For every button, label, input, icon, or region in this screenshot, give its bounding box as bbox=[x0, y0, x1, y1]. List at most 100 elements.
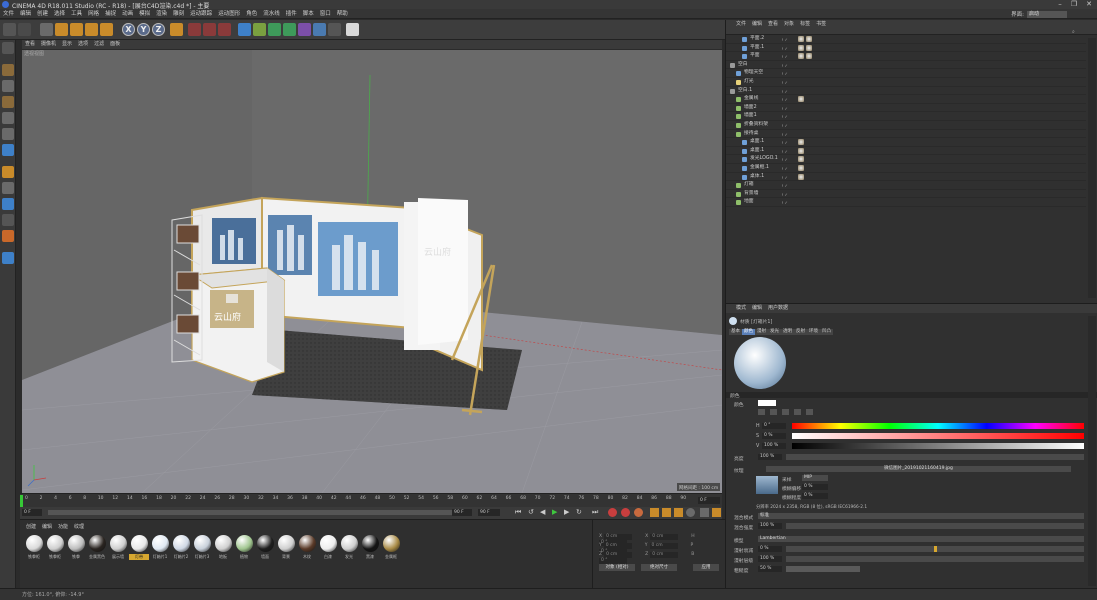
select-arrow-icon[interactable] bbox=[40, 23, 53, 36]
max-frame-field[interactable]: 90 F bbox=[478, 509, 500, 516]
frame-range-slider[interactable] bbox=[48, 510, 468, 515]
render-settings-icon[interactable] bbox=[218, 23, 231, 36]
record-icon[interactable] bbox=[608, 508, 617, 517]
object-row[interactable]: 金属线 ⁞ ✓ bbox=[726, 95, 1086, 104]
texture-mode-icon[interactable] bbox=[2, 80, 14, 92]
visibility-toggle-icon[interactable]: ⁞ ✓ bbox=[782, 62, 792, 68]
material-tag-icon[interactable] bbox=[798, 147, 804, 154]
saturation-slider[interactable] bbox=[792, 433, 1084, 439]
soft-selection-icon[interactable] bbox=[2, 230, 14, 242]
material-tag-icon[interactable] bbox=[798, 53, 804, 60]
object-row[interactable]: 灯箱 ⁞ ✓ bbox=[726, 181, 1086, 190]
attribute-tab[interactable]: 发光 bbox=[768, 329, 781, 335]
material-swatch[interactable]: 木纹 bbox=[297, 535, 317, 560]
end-frame-field[interactable]: 0 F bbox=[698, 497, 720, 504]
go-to-end-icon[interactable]: ⏭ bbox=[592, 508, 601, 517]
object-row[interactable]: 空白.1 ⁞ ✓ bbox=[726, 87, 1086, 96]
coordinate-mode-dropdown[interactable]: 对象 (相对) bbox=[599, 564, 635, 571]
object-row[interactable]: 物理天空 ⁞ ✓ bbox=[726, 69, 1086, 78]
attribute-tab[interactable]: 漫射 bbox=[755, 329, 768, 335]
attribute-tab[interactable]: 基本 bbox=[729, 329, 742, 335]
next-key-icon[interactable]: ↻ bbox=[576, 508, 585, 517]
perspective-viewport[interactable]: 云山府 云山府 网格间距: 100 cm bbox=[22, 50, 722, 493]
blur-scale-field[interactable]: 0 % bbox=[802, 493, 828, 499]
make-editable-icon[interactable] bbox=[2, 42, 14, 54]
menu-item[interactable]: 编辑 bbox=[17, 9, 34, 19]
object-menu-item[interactable]: 书签 bbox=[816, 21, 826, 27]
render-view-icon[interactable] bbox=[188, 23, 201, 36]
menu-item[interactable]: 插件 bbox=[283, 9, 300, 19]
step-forward-icon[interactable]: ▶ bbox=[564, 508, 573, 517]
minimize-button[interactable]: – bbox=[1053, 0, 1067, 9]
object-row[interactable]: 墙面2 ⁞ ✓ bbox=[726, 104, 1086, 113]
object-menu-item[interactable]: 文件 bbox=[736, 21, 746, 27]
object-row[interactable]: 背景墙 ⁞ ✓ bbox=[726, 190, 1086, 199]
diffuse-level-field[interactable]: 100 % bbox=[758, 556, 782, 562]
object-row[interactable]: 桌面.1 ⁞ ✓ bbox=[726, 147, 1086, 156]
subdivision-icon[interactable] bbox=[268, 23, 281, 36]
visibility-toggle-icon[interactable]: ⁞ ✓ bbox=[782, 182, 792, 188]
roughness-field[interactable]: 50 % bbox=[758, 566, 782, 572]
attribute-tab[interactable]: 凹凸 bbox=[820, 329, 833, 335]
range-end-field[interactable]: 90 F bbox=[452, 509, 472, 516]
object-list-scrollbar[interactable] bbox=[1088, 38, 1096, 298]
material-tag-icon[interactable] bbox=[798, 44, 804, 51]
render-picture-viewer-icon[interactable] bbox=[203, 23, 216, 36]
material-swatch[interactable]: 背景 bbox=[276, 535, 296, 560]
roughness-slider[interactable] bbox=[786, 566, 860, 572]
diffuse-level-slider[interactable] bbox=[786, 556, 1084, 562]
material-swatch[interactable]: 黑漆 bbox=[360, 535, 380, 560]
material-tag-icon[interactable] bbox=[798, 156, 804, 163]
object-row[interactable]: 灯光 ⁞ ✓ bbox=[726, 78, 1086, 87]
material-swatch[interactable]: 白漆 bbox=[318, 535, 338, 560]
menu-item[interactable]: 网格 bbox=[85, 9, 102, 19]
menu-item[interactable]: 帮助 bbox=[334, 9, 351, 19]
start-frame-field[interactable]: 0 F bbox=[22, 509, 42, 516]
visibility-toggle-icon[interactable]: ⁞ ✓ bbox=[782, 148, 792, 154]
material-swatch[interactable]: 展示墙 bbox=[108, 535, 128, 560]
material-menu-item[interactable]: 功能 bbox=[58, 524, 68, 530]
play-icon[interactable]: ▶ bbox=[552, 508, 561, 517]
material-tag-icon[interactable] bbox=[798, 139, 804, 146]
viewport-menu-item[interactable]: 显示 bbox=[59, 40, 75, 49]
menu-item[interactable]: 捕捉 bbox=[102, 9, 119, 19]
timeline[interactable]: 0 2 4 6 8 10 12 14 16 18 20 22 24 26 28 30 32 34 36 38 40 42 4… bbox=[20, 493, 722, 507]
scale-key-icon[interactable] bbox=[662, 508, 671, 517]
material-tag-icon[interactable] bbox=[798, 173, 804, 180]
timeline-window-icon[interactable] bbox=[712, 508, 721, 517]
material-swatch[interactable]: 铁拳柜 bbox=[24, 535, 44, 560]
coordinate-field[interactable]: 0 cm bbox=[649, 543, 678, 549]
attribute-menu-item[interactable]: 模式 bbox=[736, 305, 746, 311]
cube-icon[interactable] bbox=[238, 23, 251, 36]
polygons-mode-icon[interactable] bbox=[2, 144, 14, 156]
model-mode-icon[interactable] bbox=[2, 64, 14, 76]
timeline-playhead[interactable] bbox=[20, 495, 23, 507]
light-icon[interactable] bbox=[346, 23, 359, 36]
attribute-tab[interactable]: 环境 bbox=[807, 329, 820, 335]
sampling-dropdown[interactable]: MIP bbox=[802, 475, 828, 481]
mix-strength-slider[interactable] bbox=[786, 523, 1084, 529]
attribute-menu-item[interactable]: 编辑 bbox=[752, 305, 762, 311]
recent-tool-icon[interactable] bbox=[100, 23, 113, 36]
layout-dropdown[interactable]: 启动 bbox=[1027, 11, 1067, 18]
visibility-toggle-icon[interactable]: ⁞ ✓ bbox=[782, 79, 792, 85]
color-swatch[interactable] bbox=[758, 400, 776, 406]
visibility-toggle-icon[interactable]: ⁞ ✓ bbox=[782, 96, 792, 102]
undo-icon[interactable] bbox=[3, 23, 16, 36]
menu-item[interactable]: 工具 bbox=[68, 9, 85, 19]
viewport-menu-item[interactable]: 摄像机 bbox=[38, 40, 59, 49]
visibility-toggle-icon[interactable]: ⁞ ✓ bbox=[782, 199, 792, 205]
material-swatch[interactable]: 灯箱片3 bbox=[192, 535, 212, 560]
snap-icon[interactable] bbox=[2, 198, 14, 210]
material-swatch[interactable]: 金属框 bbox=[381, 535, 401, 560]
rotate-icon[interactable] bbox=[85, 23, 98, 36]
points-mode-icon[interactable] bbox=[2, 112, 14, 124]
go-to-start-icon[interactable]: ⏮ bbox=[515, 508, 524, 517]
viewport-menu-item[interactable]: 过滤 bbox=[91, 40, 107, 49]
menu-item[interactable]: 流水线 bbox=[260, 9, 283, 19]
material-swatch[interactable]: 铁拳柜 bbox=[45, 535, 65, 560]
brightness-slider[interactable] bbox=[786, 454, 1084, 460]
visibility-toggle-icon[interactable]: ⁞ ✓ bbox=[782, 174, 792, 180]
menu-item[interactable]: 动画 bbox=[119, 9, 136, 19]
rotation-key-icon[interactable] bbox=[674, 508, 683, 517]
